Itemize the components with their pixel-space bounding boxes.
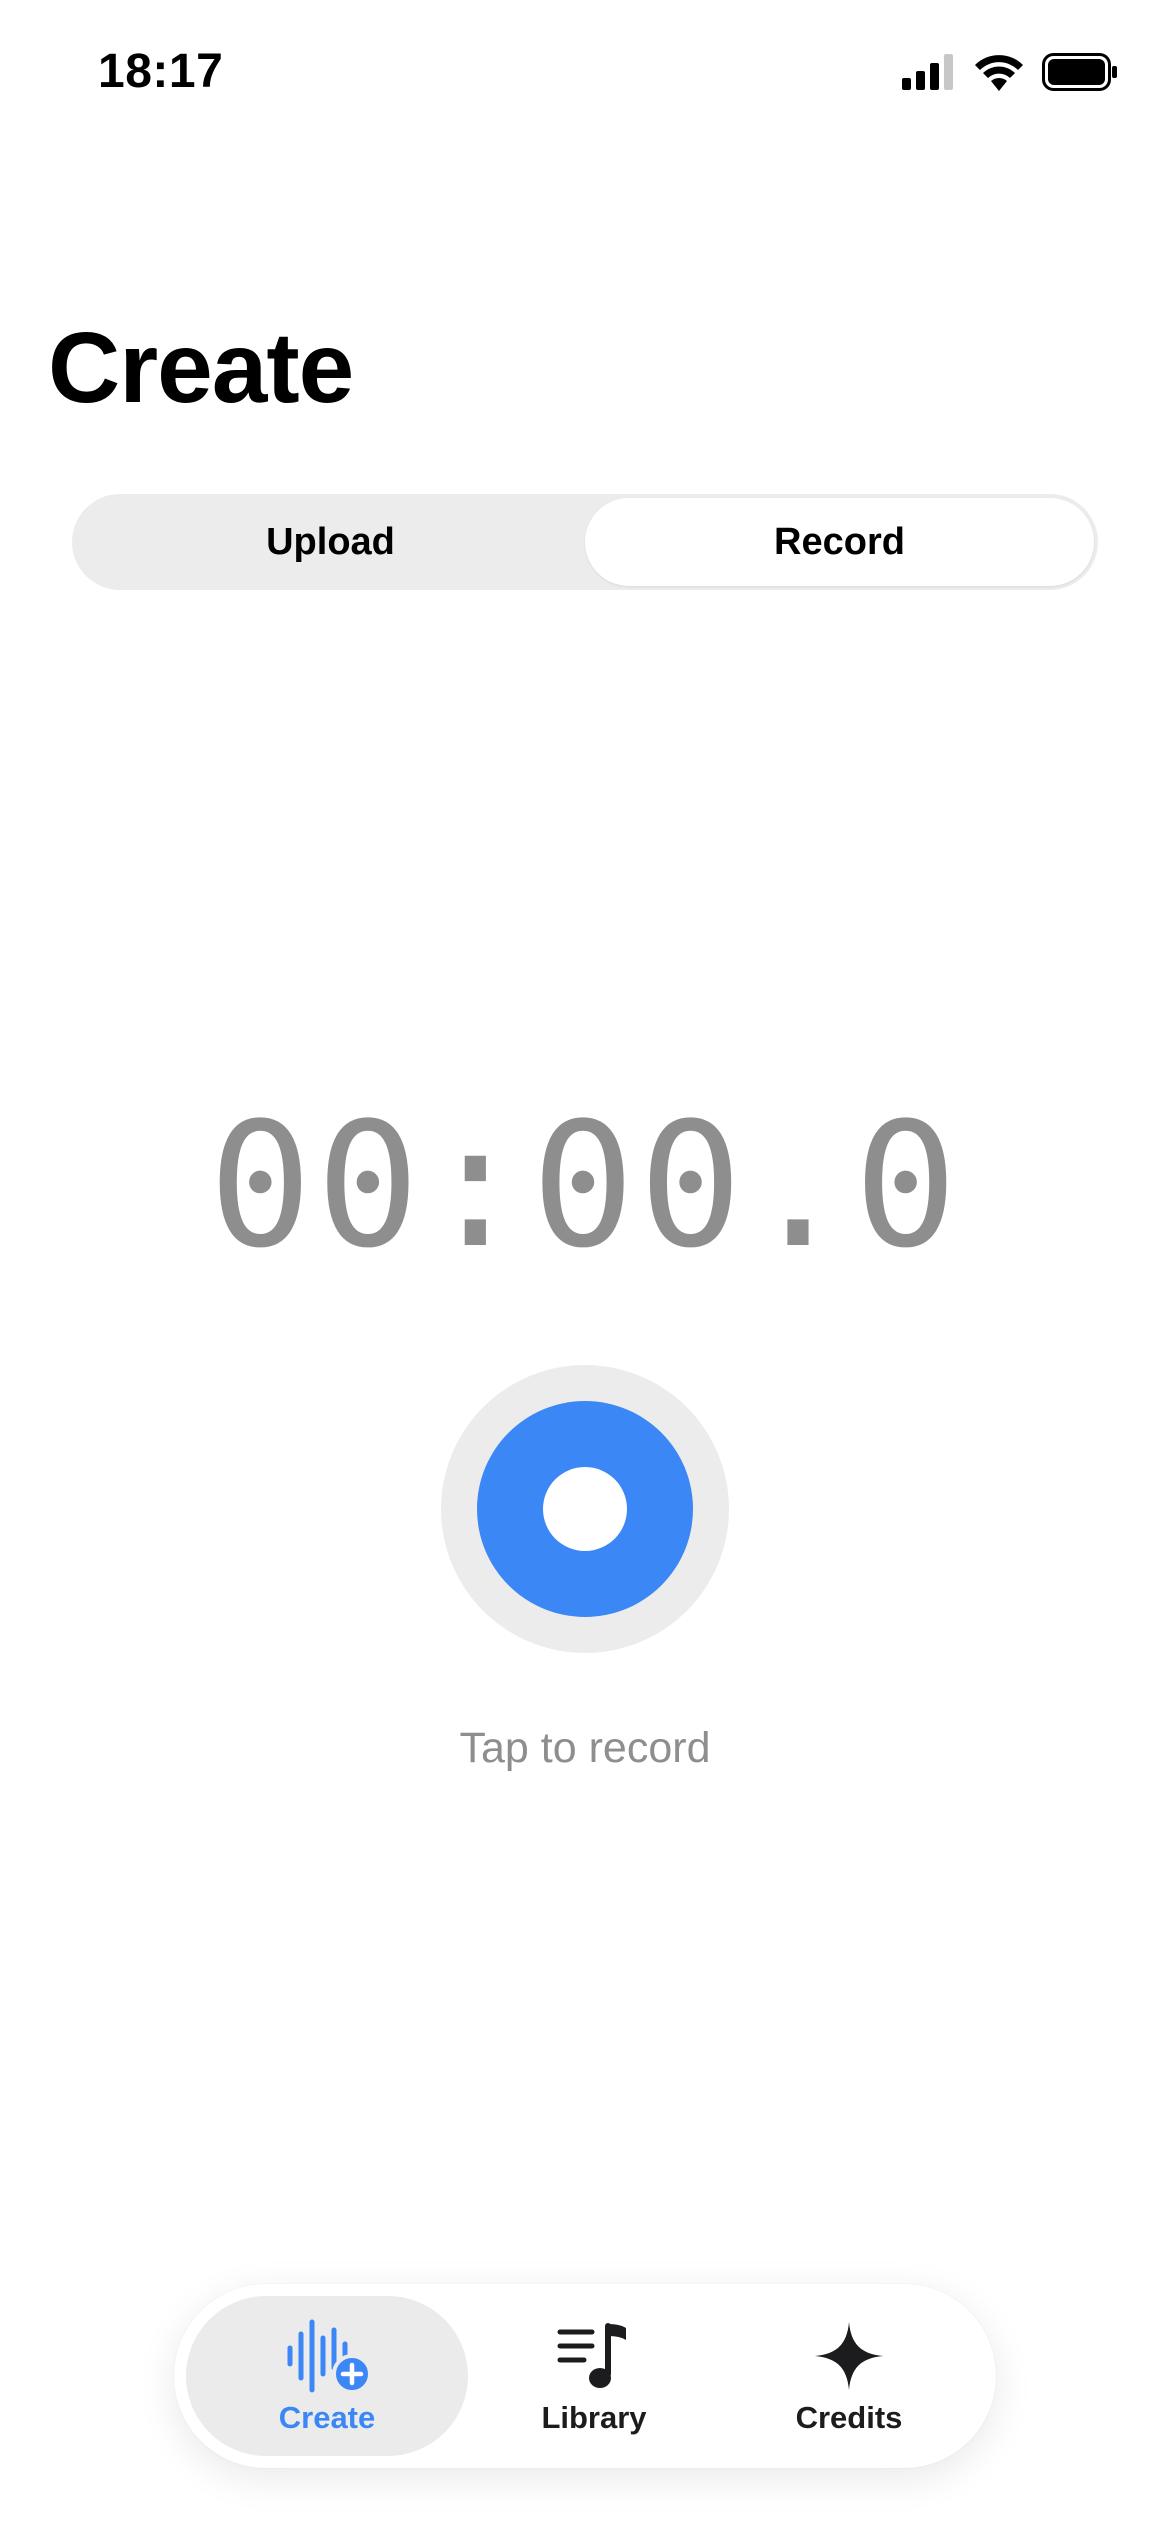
status-bar: 18:17 — [0, 0, 1170, 150]
page-title: Create — [48, 312, 354, 424]
record-hint: Tap to record — [459, 1724, 711, 1772]
battery-icon — [1042, 52, 1118, 96]
waveform-plus-icon — [284, 2316, 370, 2396]
music-list-icon — [556, 2316, 632, 2396]
tab-create-label: Create — [278, 2400, 376, 2435]
tab-bar: Create Library Credits — [174, 2284, 996, 2468]
record-dot-icon — [543, 1467, 627, 1551]
tab-library[interactable]: Library — [494, 2296, 694, 2456]
upload-record-segmented-control: Upload Record — [72, 494, 1098, 590]
record-segment[interactable]: Record — [585, 498, 1094, 586]
tab-credits[interactable]: Credits — [744, 2296, 954, 2456]
tab-credits-label: Credits — [795, 2400, 903, 2435]
recording-timer: 00:00.0 — [208, 1085, 962, 1286]
tab-create[interactable]: Create — [186, 2296, 468, 2456]
tab-library-label: Library — [541, 2400, 647, 2435]
sparkle-icon — [813, 2316, 885, 2396]
cellular-signal-icon — [902, 53, 956, 95]
record-button[interactable] — [441, 1365, 729, 1653]
status-icons — [902, 52, 1118, 96]
record-button-fill — [477, 1401, 693, 1617]
wifi-icon — [974, 53, 1024, 96]
upload-segment[interactable]: Upload — [76, 498, 585, 586]
status-time: 18:17 — [98, 45, 224, 98]
